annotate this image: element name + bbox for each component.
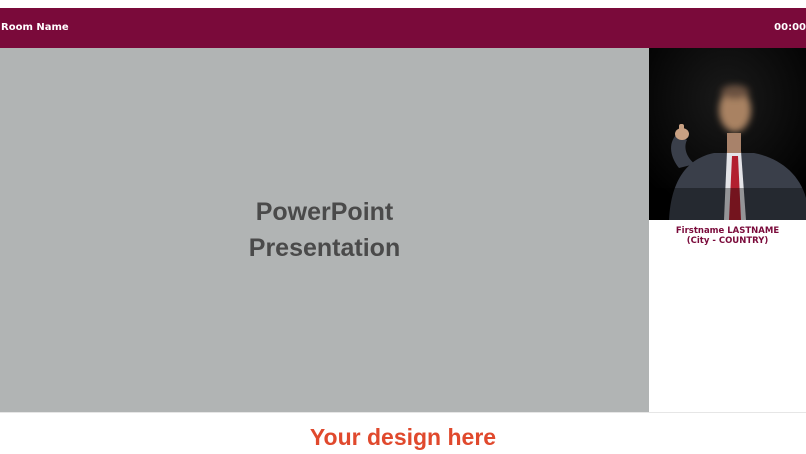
design-placeholder-text: Your design here [309, 424, 497, 450]
speaker-location: (City - COUNTRY) [686, 236, 769, 246]
timer: 00:00 [774, 22, 806, 33]
presentation-title-line-1: PowerPoint [255, 197, 394, 226]
speaker-panel: Firstname LASTNAME (City - COUNTRY) [649, 48, 806, 412]
presentation-placeholder: PowerPoint Presentation [205, 194, 445, 266]
speaker-video [649, 48, 806, 220]
speaker-name: Firstname LASTNAME [675, 226, 780, 236]
lecture-layout: Room Name 00:00 PowerPoint Presentation [0, 0, 806, 454]
speaker-video-frame [649, 48, 806, 220]
presentation-area: PowerPoint Presentation [0, 48, 649, 412]
header-bar: Room Name 00:00 [0, 8, 806, 48]
room-name: Room Name [1, 22, 69, 33]
presentation-title-line-2: Presentation [248, 233, 401, 262]
speaker-caption: Firstname LASTNAME (City - COUNTRY) [649, 226, 806, 246]
divider [0, 412, 806, 413]
